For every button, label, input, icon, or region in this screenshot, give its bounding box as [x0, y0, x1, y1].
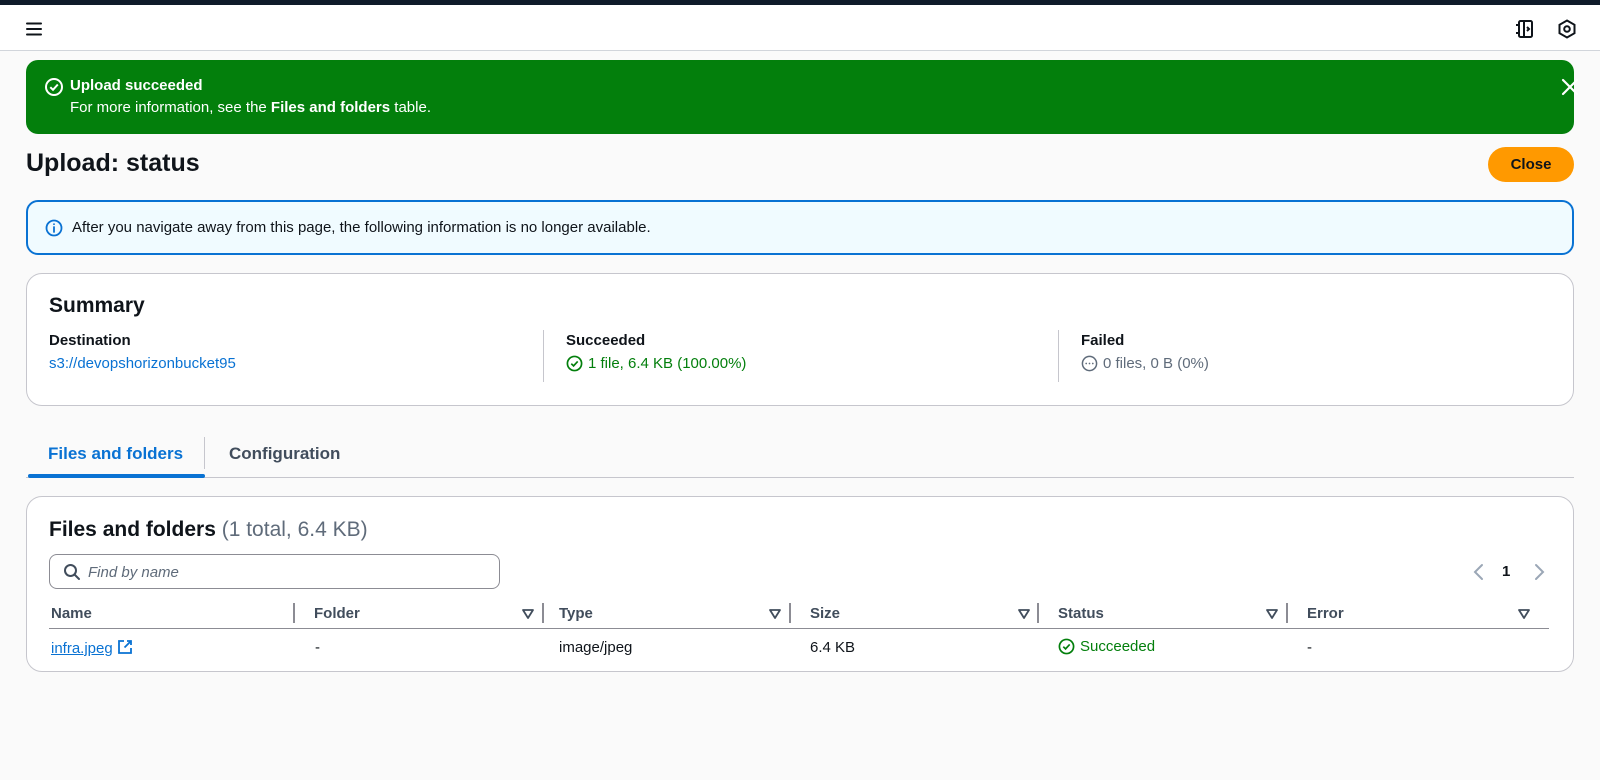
active-tab-indicator [28, 474, 205, 478]
summary-divider [543, 330, 544, 382]
tab-configuration[interactable]: Configuration [229, 444, 340, 464]
error-cell: - [1307, 639, 1312, 656]
summary-container: Summary Destination s3://devopshorizonbu… [26, 273, 1574, 406]
menu-icon [26, 22, 42, 36]
dismiss-flash-button[interactable] [1559, 76, 1581, 98]
file-name: infra.jpeg [51, 640, 113, 657]
sort-icon[interactable] [1517, 607, 1531, 621]
flash-message: For more information, see the Files and … [70, 99, 431, 116]
sort-icon[interactable] [768, 607, 782, 621]
column-resizer[interactable] [293, 603, 295, 623]
sort-icon[interactable] [521, 607, 535, 621]
files-count: (1 total, 6.4 KB) [221, 518, 368, 541]
file-name-cell: infra.jpeg [51, 639, 133, 657]
chevron-left-icon [1473, 564, 1483, 580]
side-panel-button[interactable] [1512, 16, 1538, 42]
sort-icon[interactable] [1265, 607, 1279, 621]
close-button[interactable]: Close [1488, 147, 1574, 182]
column-header-type[interactable]: Type [559, 605, 593, 622]
column-header-status[interactable]: Status [1058, 605, 1104, 622]
sort-icon[interactable] [1017, 607, 1031, 621]
succeeded-label: Succeeded [566, 332, 646, 349]
external-link-icon [117, 640, 132, 654]
top-navigation [0, 5, 1600, 51]
tab-bar: Files and folders Configuration [26, 430, 1574, 478]
settings-icon [1558, 19, 1576, 39]
failed-label: Failed [1081, 332, 1125, 349]
flash-message-bold: Files and folders [270, 99, 391, 116]
search-field [49, 554, 500, 589]
chevron-right-icon [1535, 564, 1545, 580]
page-title: Upload: status [26, 149, 200, 177]
column-header-name[interactable]: Name [51, 605, 92, 622]
success-check-icon [45, 78, 63, 96]
column-resizer[interactable] [1286, 603, 1288, 623]
column-resizer[interactable] [1037, 603, 1039, 623]
tab-files-and-folders[interactable]: Files and folders [48, 444, 183, 464]
summary-succeeded: Succeeded 1 file, 6.4 KB (100.00%) [566, 332, 746, 372]
summary-destination: Destination s3://devopshorizonbucket95 [49, 332, 236, 372]
table-row: infra.jpeg - image/jpeg 6.4 KB Succeeded… [49, 629, 1549, 665]
destination-link[interactable]: s3://devopshorizonbucket95 [49, 355, 236, 372]
succeeded-value: 1 file, 6.4 KB (100.00%) [588, 355, 747, 372]
next-page-button[interactable] [1530, 562, 1548, 582]
info-alert-text: After you navigate away from this page, … [72, 219, 651, 236]
side-panel-icon [1516, 20, 1533, 38]
pending-icon [1081, 355, 1098, 372]
file-name-link[interactable]: infra.jpeg [51, 640, 133, 657]
success-check-icon [566, 355, 583, 372]
files-title-text: Files and folders [49, 518, 216, 541]
search-input[interactable] [88, 560, 488, 584]
status-text: Succeeded [1080, 638, 1156, 655]
column-header-error[interactable]: Error [1307, 605, 1344, 622]
flash-message-suffix: table. [390, 99, 431, 116]
status-cell: Succeeded [1058, 638, 1155, 655]
page-number[interactable]: 1 [1502, 563, 1510, 580]
column-header-size[interactable]: Size [810, 605, 840, 622]
pagination: 1 [1470, 560, 1560, 584]
previous-page-button[interactable] [1470, 562, 1488, 582]
close-icon [1561, 78, 1579, 96]
settings-button[interactable] [1554, 16, 1580, 42]
size-cell: 6.4 KB [810, 639, 856, 656]
info-alert: After you navigate away from this page, … [26, 200, 1574, 255]
failed-value: 0 files, 0 B (0%) [1103, 355, 1209, 372]
tab-divider [204, 437, 205, 469]
folder-cell: - [315, 639, 320, 656]
column-resizer[interactable] [542, 603, 544, 623]
upload-success-flashbar: Upload succeeded For more information, s… [26, 60, 1579, 134]
column-resizer[interactable] [789, 603, 791, 623]
destination-label: Destination [49, 332, 131, 349]
files-table: Name Folder Type Size Status Error infra… [49, 601, 1549, 665]
summary-divider [1058, 330, 1059, 382]
files-table-title: Files and folders (1 total, 6.4 KB) [49, 518, 368, 542]
flash-title: Upload succeeded [70, 77, 203, 94]
info-icon [45, 219, 63, 237]
summary-failed: Failed 0 files, 0 B (0%) [1081, 332, 1209, 372]
table-header: Name Folder Type Size Status Error [49, 601, 1549, 629]
summary-title: Summary [49, 294, 145, 317]
menu-button[interactable] [22, 17, 46, 41]
search-icon [64, 564, 80, 580]
success-check-icon [1058, 638, 1075, 655]
flash-message-prefix: For more information, see the [70, 99, 271, 116]
type-cell: image/jpeg [559, 639, 633, 656]
files-and-folders-container: Files and folders (1 total, 6.4 KB) 1 Na… [26, 496, 1574, 672]
column-header-folder[interactable]: Folder [314, 605, 360, 622]
